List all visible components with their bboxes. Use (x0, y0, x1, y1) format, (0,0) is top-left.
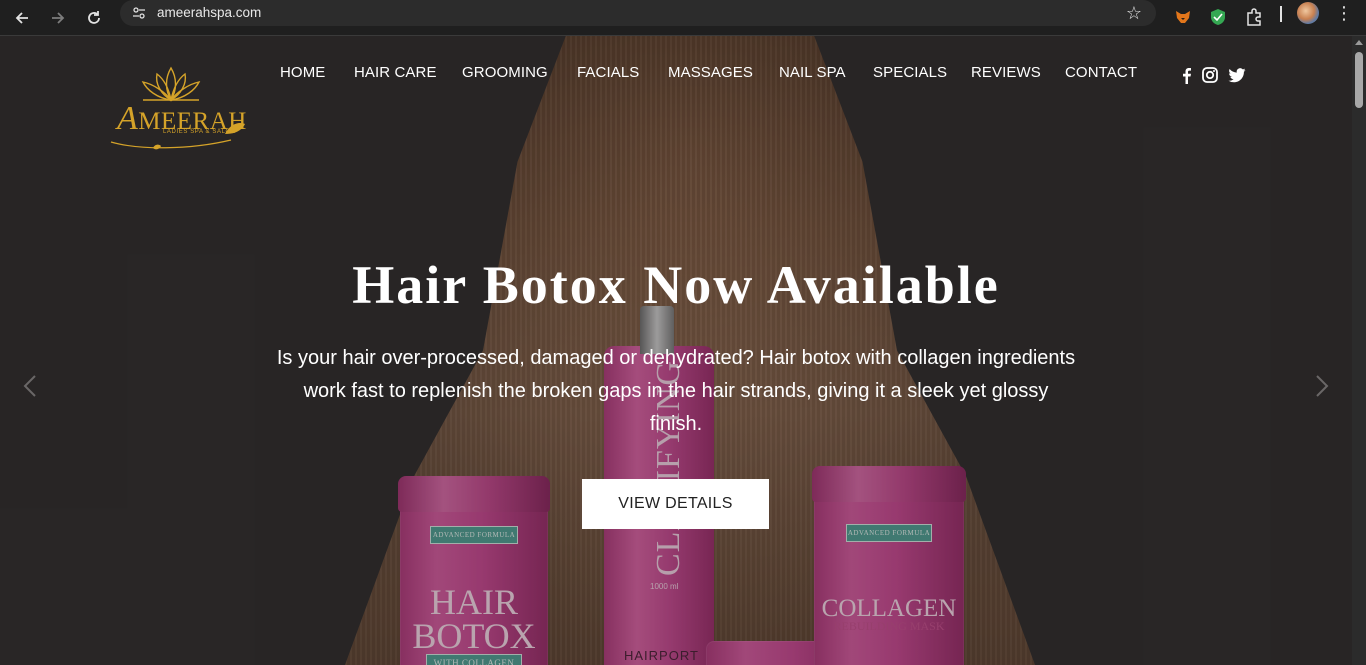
logo-initial: A (117, 100, 139, 137)
reload-button[interactable] (80, 4, 108, 32)
address-bar[interactable]: ameerahspa.com ☆ (120, 0, 1156, 26)
nav-facials[interactable]: FACIALS (577, 64, 639, 81)
toolbar-divider (1280, 6, 1282, 22)
site-settings-icon[interactable] (130, 4, 148, 22)
lotus-icon (141, 66, 201, 102)
nav-specials[interactable]: SPECIALS (873, 64, 947, 81)
instagram-icon[interactable] (1200, 66, 1220, 84)
view-details-button[interactable]: VIEW DETAILS (582, 479, 769, 529)
nav-home[interactable]: HOME (280, 64, 325, 81)
page-scrollbar[interactable] (1352, 36, 1366, 665)
star-icon[interactable]: ☆ (1126, 2, 1142, 24)
twitter-icon[interactable] (1227, 66, 1247, 84)
site-logo[interactable]: AMEERAH LADIES SPA & SALON (105, 62, 250, 152)
fox-extension-icon[interactable] (1170, 4, 1196, 30)
nav-grooming[interactable]: GROOMING (462, 64, 548, 81)
slider-next-button[interactable] (1292, 356, 1352, 416)
reload-icon (88, 11, 100, 24)
shield-extension-icon[interactable] (1205, 4, 1231, 30)
nav-contact[interactable]: CONTACT (1065, 64, 1137, 81)
nav-massages[interactable]: MASSAGES (668, 64, 753, 81)
menu-kebab-icon[interactable]: ⋮ (1335, 2, 1353, 26)
nav-nail-spa[interactable]: NAIL SPA (779, 64, 846, 81)
nav-hair-care[interactable]: HAIR CARE (354, 64, 437, 81)
browser-toolbar: ameerahspa.com ☆ ⋮ (0, 0, 1366, 36)
scrollbar-thumb[interactable] (1355, 52, 1363, 108)
profile-avatar[interactable] (1297, 2, 1319, 24)
hero-title: Hair Botox Now Available (352, 255, 1000, 315)
hero-section: ADVANCED FORMULA HAIR BOTOX WITH COLLAGE… (0, 36, 1352, 665)
scroll-up-icon[interactable] (1355, 40, 1363, 45)
puzzle-extensions-icon[interactable] (1241, 4, 1267, 30)
chevron-right-icon (1316, 375, 1329, 397)
forward-button[interactable] (44, 4, 72, 32)
arrow-left-icon (15, 12, 28, 24)
slider-prev-button[interactable] (0, 356, 60, 416)
hero-description: Is your hair over-processed, damaged or … (276, 347, 1076, 435)
nav-reviews[interactable]: REVIEWS (971, 64, 1041, 81)
arrow-right-icon (52, 12, 65, 24)
chevron-left-icon (23, 375, 36, 397)
back-button[interactable] (8, 4, 36, 32)
facebook-icon[interactable] (1176, 66, 1196, 84)
url-text[interactable]: ameerahspa.com (157, 5, 261, 20)
logo-swoosh (110, 139, 232, 150)
logo-tagline: LADIES SPA & SALON (163, 129, 236, 135)
